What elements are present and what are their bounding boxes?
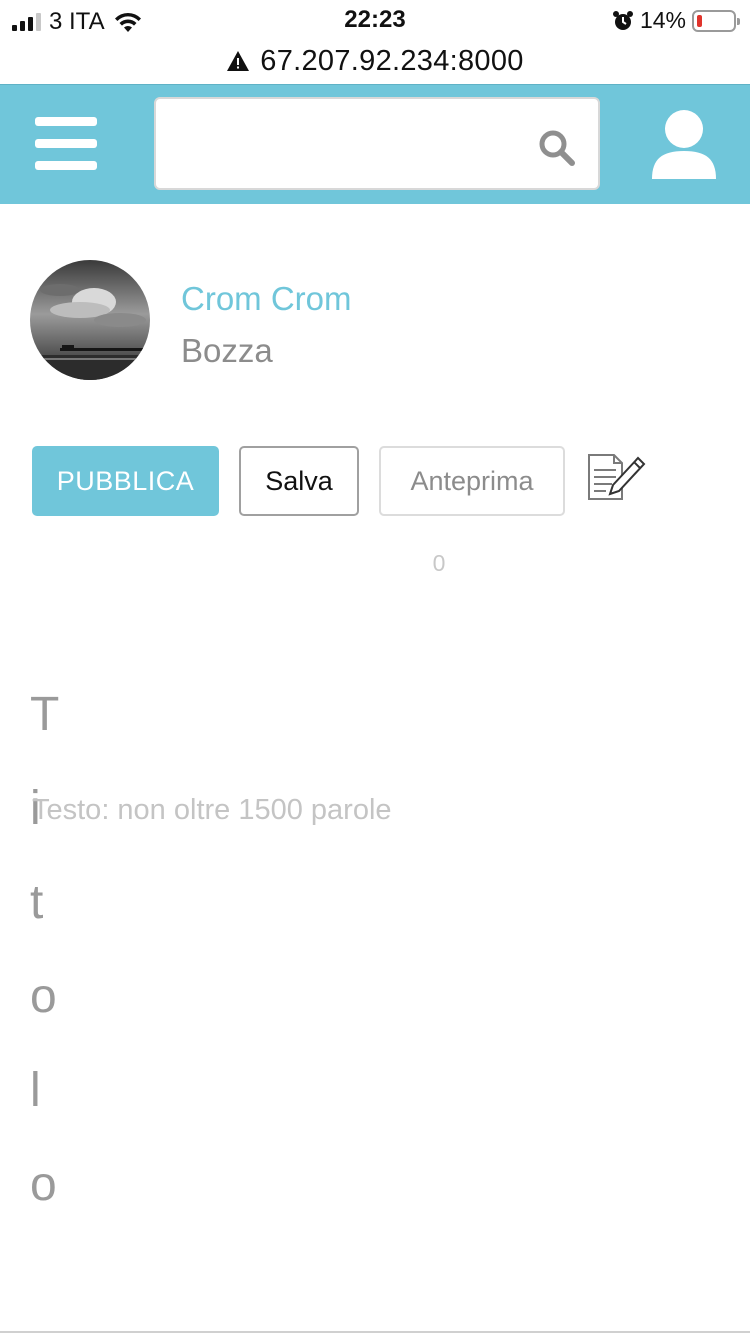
edit-notes-icon[interactable] [586,452,646,502]
top-navigation [0,84,750,204]
title-placeholder-char: t [30,876,44,929]
draft-status: Bozza [181,332,273,369]
word-counter: 0 [432,550,446,576]
avatar [30,260,150,380]
save-button[interactable]: Salva [239,446,359,516]
publish-button[interactable]: PUBBLICA [32,446,219,516]
preview-button[interactable]: Anteprima [379,446,565,516]
author-name[interactable]: Crom Crom [181,280,352,318]
divider [0,1331,750,1333]
status-right: 14% [612,7,740,34]
title-placeholder-char: l [30,1064,41,1117]
search-input[interactable] [164,107,524,180]
user-icon[interactable] [650,109,718,181]
title-placeholder-char: T [30,688,60,741]
battery-icon [692,9,740,32]
title-placeholder-char: o [30,970,57,1023]
battery-fill [697,14,702,27]
title-placeholder-char: o [30,1158,57,1211]
address-bar[interactable]: 67.207.92.234:8000 [0,38,750,84]
title-input[interactable]: Titolo [30,668,90,1232]
avatar-image [30,260,150,380]
warning-icon [227,51,250,71]
search-icon[interactable] [538,129,576,167]
battery-percent: 14% [639,7,686,33]
status-bar: 3 ITA 22:23 14% [0,0,750,40]
menu-icon[interactable] [35,117,97,171]
url-text[interactable]: 67.207.92.234:8000 [260,45,523,78]
alarm-icon [612,10,633,30]
body-input[interactable]: Testo: non oltre 1500 parole [32,794,392,827]
search-box[interactable] [154,97,600,190]
